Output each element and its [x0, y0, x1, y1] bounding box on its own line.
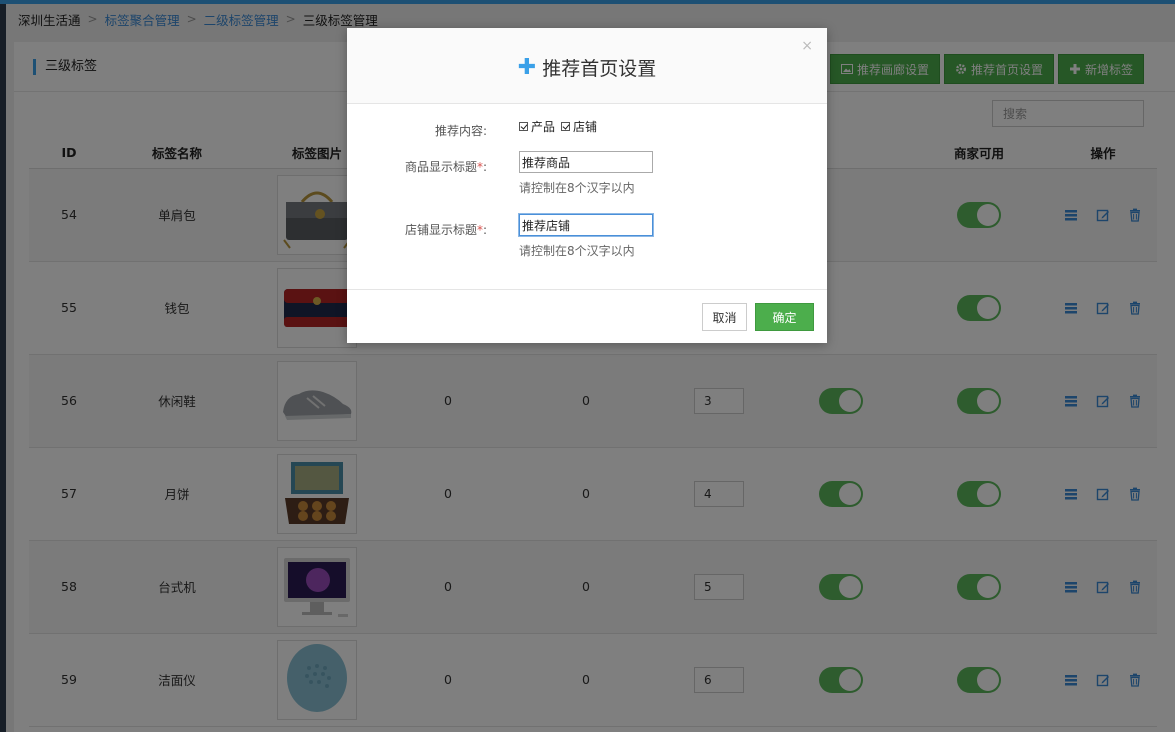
home-settings-dialog: ✚ 推荐首页设置 × 推荐内容: 产品 店铺 商品显示标题*: 请控制在8个汉字…: [347, 28, 827, 343]
product-title-label: 商品显示标题*:: [347, 158, 487, 175]
option-shop-checkbox[interactable]: 店铺: [561, 118, 597, 135]
dialog-title: ✚ 推荐首页设置: [347, 54, 827, 81]
checkbox-checked-icon: [519, 122, 528, 131]
option-product-label: 产品: [531, 120, 556, 134]
dialog-title-text: 推荐首页设置: [542, 58, 657, 80]
confirm-button[interactable]: 确定: [755, 303, 814, 331]
content-options: 产品 店铺: [519, 118, 597, 135]
option-shop-label: 店铺: [573, 120, 598, 134]
label-colon: :: [482, 160, 487, 174]
checkbox-checked-icon: [561, 122, 571, 131]
shop-title-input[interactable]: [519, 214, 653, 236]
shop-title-hint: 请控制在8个汉字以内: [519, 244, 635, 258]
content-label: 推荐内容:: [434, 124, 487, 138]
shop-title-label-text: 店铺显示标题: [404, 223, 477, 237]
dialog-header: ✚ 推荐首页设置 ×: [347, 28, 827, 104]
close-icon[interactable]: ×: [801, 38, 813, 54]
product-title-label-text: 商品显示标题: [404, 160, 477, 174]
option-product-checkbox[interactable]: 产品: [519, 118, 555, 135]
shop-title-label: 店铺显示标题*:: [347, 221, 487, 238]
product-title-input[interactable]: [519, 151, 653, 173]
product-title-hint: 请控制在8个汉字以内: [519, 181, 635, 195]
cancel-button[interactable]: 取消: [702, 303, 747, 331]
plus-icon: ✚: [517, 54, 537, 80]
label-colon: :: [482, 223, 487, 237]
dialog-footer: 取消 确定: [347, 289, 827, 343]
